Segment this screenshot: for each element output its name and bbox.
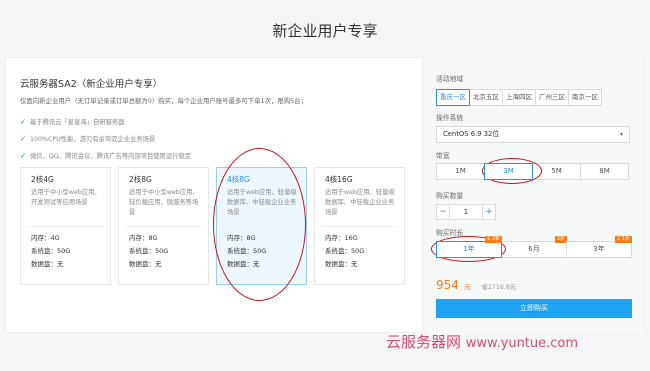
card-config: 2核4G — [31, 175, 54, 184]
region-option-nanjing-1[interactable]: 南京一区 — [568, 89, 602, 106]
product-title: 云服务器SA2（新企业用户专享） — [20, 79, 163, 90]
bandwidth-options: 1M 3M 5M 8M — [436, 163, 629, 180]
card-description: 适用于中小型web应用、开发测试等应用场景 — [31, 189, 101, 206]
spec-card-4c16g[interactable]: 4核16G 适用于web应用、轻量级数据库、中轻载企业业务场景 内存：16G 系… — [314, 167, 405, 285]
os-value: CentOS 6.9 32位 — [443, 130, 500, 138]
card-description: 适用于web应用、轻量级数据库、中轻载企业业务场景 — [325, 189, 395, 216]
os-label: 操作系统 — [436, 114, 464, 122]
duration-option-6m[interactable]: 6月 3折 — [501, 236, 567, 258]
spec-card-2c8g[interactable]: 2核8G 适用于中小型web应用、轻负载应用、微服务等场景 内存：8G 系统盘：… — [118, 167, 209, 285]
check-icon: ✓ — [20, 117, 27, 126]
product-description: 仅面向新企业用户（无订单记录或订单总额为0）购买，每个企业用户账号最多可下单1次… — [20, 97, 307, 105]
divider — [27, 226, 104, 227]
region-tabs: 重庆一区 北京五区 上海四区 广州三区 南京一区 — [436, 89, 602, 106]
feature-item: ✓ 基于腾讯云「星星海」自研服务器 — [20, 117, 125, 126]
config-panel: 活动地域 重庆一区 北京五区 上海四区 广州三区 南京一区 操作系统 CentO… — [428, 57, 642, 333]
feature-item: ✓ 微信、QQ、腾讯会议、腾讯广告等内部项目使用运行稳定 — [20, 151, 192, 160]
discount-badge: 2.1折 — [615, 236, 632, 243]
card-system-disk: 系统盘：50G — [325, 247, 365, 255]
duration-options: 1年 2.3折 6月 3折 3年 2.1折 — [436, 236, 632, 258]
caret-down-icon: ▾ — [619, 131, 623, 138]
card-config: 4核16G — [325, 175, 353, 184]
page-title: 新企业用户专享 — [272, 22, 378, 40]
product-panel: 云服务器SA2（新企业用户专享） 仅面向新企业用户（无订单记录或订单总额为0）购… — [5, 57, 423, 333]
card-system-disk: 系统盘：50G — [129, 247, 169, 255]
duration-text: 1年 — [463, 245, 475, 253]
bandwidth-option-3m[interactable]: 3M — [484, 163, 533, 180]
card-memory: 内存：4G — [31, 234, 60, 242]
quantity-label: 购买数量 — [436, 192, 464, 200]
region-option-guangzhou-3[interactable]: 广州三区 — [535, 89, 569, 106]
duration-option-3y[interactable]: 3年 2.1折 — [566, 236, 632, 258]
duration-text: 3年 — [593, 245, 605, 253]
check-icon: ✓ — [20, 134, 27, 143]
quantity-input[interactable]: 1 — [450, 204, 482, 220]
buy-now-button[interactable]: 立即购买 — [436, 299, 632, 318]
card-config: 2核8G — [129, 175, 152, 184]
card-data-disk: 数据盘：无 — [325, 260, 358, 268]
price-display: 954 元 省2716.8元 — [436, 274, 516, 293]
quantity-minus-button[interactable]: − — [436, 204, 450, 220]
card-description: 适用于中小型web应用、轻负载应用、微服务等场景 — [129, 189, 199, 216]
region-option-chongqing-1[interactable]: 重庆一区 — [436, 89, 470, 106]
price-value: 954 — [436, 278, 459, 292]
bandwidth-option-1m[interactable]: 1M — [436, 163, 485, 180]
os-select[interactable]: CentOS 6.9 32位 ▾ — [436, 126, 630, 143]
region-label: 活动地域 — [436, 75, 464, 83]
region-option-beijing-5[interactable]: 北京五区 — [469, 89, 503, 106]
card-data-disk: 数据盘：无 — [31, 260, 64, 268]
region-option-shanghai-4[interactable]: 上海四区 — [502, 89, 536, 106]
card-memory: 内存：16G — [325, 234, 358, 242]
annotation-ellipse-card — [213, 148, 306, 301]
discount-badge: 2.3折 — [485, 236, 502, 243]
divider — [321, 226, 398, 227]
watermark: 云服务器网 www.yuntue.com — [386, 333, 579, 351]
bandwidth-option-8m[interactable]: 8M — [580, 163, 629, 180]
quantity-stepper: − 1 + — [436, 204, 496, 220]
duration-option-1y[interactable]: 1年 2.3折 — [436, 236, 502, 258]
feature-list: ✓ 基于腾讯云「星星海」自研服务器 ✓ 100%CPU性能，游刃有余驾驭企业业务场景… — [20, 113, 191, 164]
savings-text: 省2716.8元 — [481, 284, 517, 291]
card-system-disk: 系统盘：50G — [31, 247, 71, 255]
feature-item: ✓ 100%CPU性能，游刃有余驾驭企业业务场景 — [20, 134, 156, 143]
check-icon: ✓ — [20, 151, 27, 160]
divider — [125, 226, 202, 227]
card-memory: 内存：8G — [129, 234, 158, 242]
duration-text: 6月 — [528, 245, 540, 253]
price-unit: 元 — [464, 283, 471, 291]
quantity-plus-button[interactable]: + — [482, 204, 496, 220]
card-data-disk: 数据盘：无 — [129, 260, 162, 268]
bandwidth-label: 带宽 — [436, 152, 450, 160]
spec-card-2c4g[interactable]: 2核4G 适用于中小型web应用、开发测试等应用场景 内存：4G 系统盘：50G… — [20, 167, 111, 285]
